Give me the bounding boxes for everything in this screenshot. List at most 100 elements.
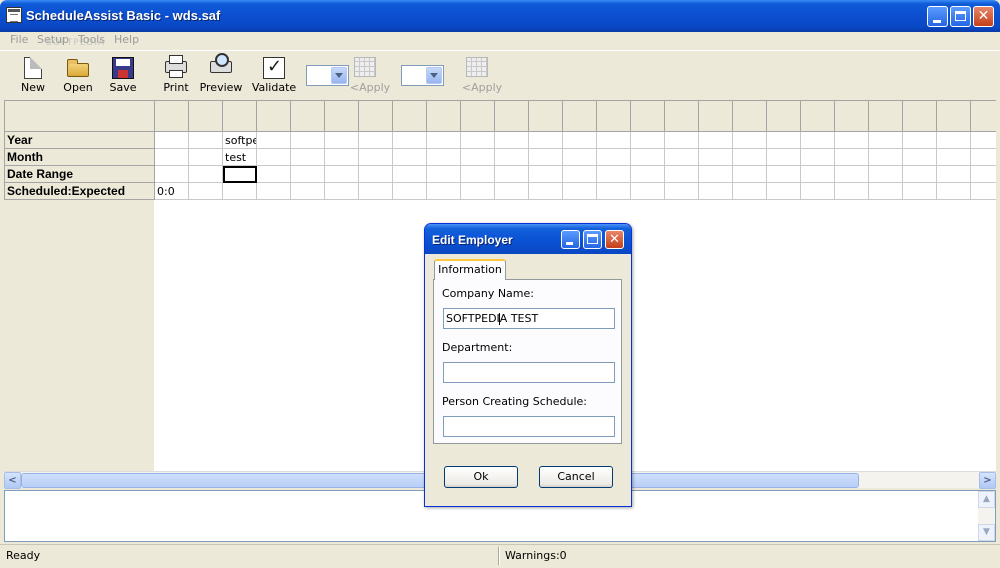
grid-cell[interactable] bbox=[154, 148, 189, 166]
column-header[interactable] bbox=[766, 100, 801, 132]
grid-cell[interactable] bbox=[528, 182, 563, 200]
grid-cell[interactable] bbox=[188, 182, 223, 200]
grid-cell[interactable] bbox=[358, 182, 393, 200]
column-header[interactable] bbox=[698, 100, 733, 132]
grid-cell[interactable] bbox=[902, 131, 937, 149]
grid-cell[interactable] bbox=[664, 182, 699, 200]
grid-cell[interactable] bbox=[630, 148, 665, 166]
grid-cell[interactable] bbox=[562, 148, 597, 166]
grid-cell[interactable] bbox=[222, 182, 257, 200]
grid-cell[interactable]: softpedia bbox=[222, 131, 257, 149]
combo-1[interactable] bbox=[306, 65, 349, 86]
column-header[interactable] bbox=[664, 100, 699, 132]
grid-cell[interactable] bbox=[698, 131, 733, 149]
grid-cell[interactable] bbox=[528, 165, 563, 183]
cancel-button[interactable]: Cancel bbox=[539, 466, 613, 488]
dialog-maximize-button[interactable] bbox=[583, 230, 602, 249]
grid-cell[interactable] bbox=[732, 148, 767, 166]
column-header[interactable] bbox=[188, 100, 223, 132]
grid-cell[interactable] bbox=[800, 165, 835, 183]
grid-cell[interactable] bbox=[324, 131, 359, 149]
grid-cell[interactable] bbox=[324, 182, 359, 200]
column-header[interactable] bbox=[358, 100, 393, 132]
grid-cell[interactable] bbox=[392, 148, 427, 166]
grid-cell[interactable] bbox=[902, 148, 937, 166]
grid-cell[interactable] bbox=[732, 165, 767, 183]
grid-cell[interactable] bbox=[290, 131, 325, 149]
grid-cell[interactable] bbox=[834, 182, 869, 200]
department-field[interactable] bbox=[443, 362, 615, 383]
grid-cell[interactable] bbox=[902, 182, 937, 200]
grid-cell[interactable] bbox=[494, 165, 529, 183]
save-button[interactable]: Save bbox=[99, 51, 147, 97]
column-header[interactable] bbox=[936, 100, 971, 132]
column-header[interactable] bbox=[154, 100, 189, 132]
company-name-field[interactable]: SOFTPEDIA TEST bbox=[443, 308, 615, 329]
grid-cell[interactable] bbox=[222, 165, 257, 183]
grid-cell[interactable] bbox=[188, 131, 223, 149]
column-header[interactable] bbox=[800, 100, 835, 132]
grid-cell[interactable] bbox=[732, 182, 767, 200]
vertical-scrollbar[interactable]: ▲ ▼ bbox=[978, 491, 995, 541]
grid-cell[interactable] bbox=[936, 182, 971, 200]
grid-cell[interactable] bbox=[698, 148, 733, 166]
grid-cell[interactable]: test bbox=[222, 148, 257, 166]
validate-button[interactable]: Validate bbox=[250, 51, 298, 97]
grid-cell[interactable] bbox=[494, 148, 529, 166]
person-field[interactable] bbox=[443, 416, 615, 437]
grid-cell[interactable] bbox=[596, 148, 631, 166]
grid-cell[interactable] bbox=[766, 165, 801, 183]
tab-information[interactable]: Information bbox=[434, 259, 506, 280]
grid-cell[interactable] bbox=[460, 148, 495, 166]
column-header[interactable] bbox=[732, 100, 767, 132]
grid-cell[interactable] bbox=[154, 165, 189, 183]
open-button[interactable]: Open bbox=[54, 51, 102, 97]
grid-cell[interactable] bbox=[392, 182, 427, 200]
combo-2[interactable] bbox=[401, 65, 444, 86]
grid-cell[interactable] bbox=[256, 131, 291, 149]
apply-button-2[interactable]: <Apply bbox=[458, 51, 506, 97]
menu-help[interactable]: Help bbox=[114, 33, 139, 46]
maximize-button[interactable] bbox=[950, 6, 971, 27]
title-bar[interactable]: ScheduleAssist Basic - wds.saf ✕ bbox=[0, 0, 1000, 32]
column-header[interactable] bbox=[630, 100, 665, 132]
grid-cell[interactable] bbox=[324, 148, 359, 166]
grid-cell[interactable] bbox=[936, 148, 971, 166]
grid-cell[interactable] bbox=[970, 148, 996, 166]
column-header[interactable] bbox=[970, 100, 996, 132]
grid-cell[interactable] bbox=[596, 131, 631, 149]
grid-cell[interactable] bbox=[596, 165, 631, 183]
grid-cell[interactable] bbox=[324, 165, 359, 183]
dialog-close-button[interactable]: ✕ bbox=[605, 230, 624, 249]
close-button[interactable]: ✕ bbox=[973, 6, 994, 27]
grid-cell[interactable] bbox=[426, 131, 461, 149]
grid-cell[interactable] bbox=[154, 131, 189, 149]
column-header[interactable] bbox=[562, 100, 597, 132]
grid-cell[interactable] bbox=[562, 131, 597, 149]
grid-cell[interactable] bbox=[800, 131, 835, 149]
grid-cell[interactable] bbox=[256, 148, 291, 166]
scroll-right-icon[interactable]: > bbox=[979, 472, 996, 489]
grid-cell[interactable] bbox=[868, 148, 903, 166]
column-header[interactable] bbox=[460, 100, 495, 132]
column-header[interactable] bbox=[528, 100, 563, 132]
chevron-down-icon[interactable] bbox=[426, 67, 442, 84]
grid-cell[interactable] bbox=[290, 148, 325, 166]
grid-cell[interactable] bbox=[766, 182, 801, 200]
column-header[interactable] bbox=[222, 100, 257, 132]
grid-cell[interactable] bbox=[392, 165, 427, 183]
grid-cell[interactable]: 0:0 bbox=[154, 182, 189, 200]
grid-cell[interactable] bbox=[698, 165, 733, 183]
grid-cell[interactable] bbox=[392, 131, 427, 149]
menu-file[interactable]: File bbox=[10, 33, 28, 46]
grid-cell[interactable] bbox=[630, 165, 665, 183]
grid-cell[interactable] bbox=[800, 182, 835, 200]
column-header[interactable] bbox=[256, 100, 291, 132]
preview-button[interactable]: Preview bbox=[197, 51, 245, 97]
grid-cell[interactable] bbox=[630, 182, 665, 200]
column-header[interactable] bbox=[834, 100, 869, 132]
minimize-button[interactable] bbox=[927, 6, 948, 27]
grid-cell[interactable] bbox=[834, 131, 869, 149]
grid-cell[interactable] bbox=[562, 165, 597, 183]
apply-button-1[interactable]: <Apply bbox=[346, 51, 394, 97]
